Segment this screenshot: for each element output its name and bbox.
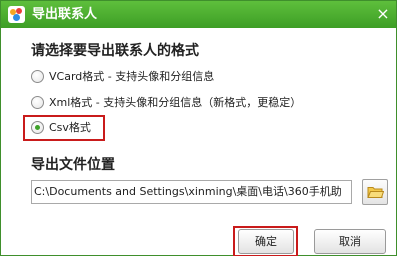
browse-folder-button[interactable] — [362, 179, 388, 205]
xml-radio[interactable] — [31, 96, 44, 109]
export-path-value: C:\Documents and Settings\xinming\桌面\电话\… — [34, 185, 342, 198]
xml-label: Xml格式 - 支持头像和分组信息（新格式，更稳定） — [49, 96, 302, 109]
window-title: 导出联系人 — [32, 7, 98, 22]
close-icon[interactable]: × — [373, 4, 393, 24]
title-bar: 导出联系人 × — [1, 1, 396, 28]
folder-icon — [367, 187, 384, 198]
app-logo-icon — [8, 6, 25, 23]
export-contacts-dialog: 导出联系人 × 请选择要导出联系人的格式 VCard格式 - 支持头像和分组信息… — [0, 0, 397, 256]
vcard-radio[interactable] — [31, 70, 44, 83]
vcard-label: VCard格式 - 支持头像和分组信息 — [49, 70, 215, 83]
location-section-title: 导出文件位置 — [31, 157, 115, 173]
format-section-title: 请选择要导出联系人的格式 — [31, 43, 199, 59]
ok-button[interactable]: 确定 — [238, 229, 294, 254]
export-path-field[interactable]: C:\Documents and Settings\xinming\桌面\电话\… — [31, 180, 352, 204]
option-csv[interactable]: Csv格式 — [31, 119, 101, 137]
option-vcard[interactable]: VCard格式 - 支持头像和分组信息 — [31, 68, 291, 86]
csv-label: Csv格式 — [49, 121, 91, 134]
option-xml[interactable]: Xml格式 - 支持头像和分组信息（新格式，更稳定） — [31, 94, 331, 112]
csv-radio[interactable] — [31, 121, 44, 134]
cancel-button[interactable]: 取消 — [314, 229, 386, 254]
